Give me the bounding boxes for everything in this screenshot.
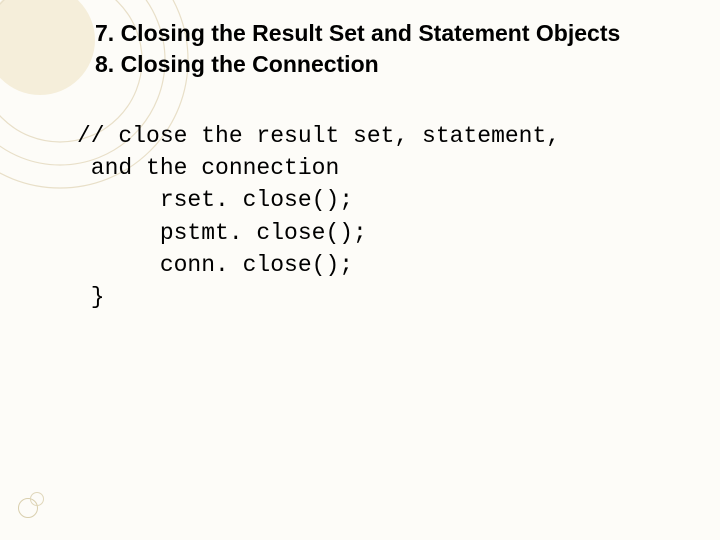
slide-content: 7. Closing the Result Set and Statement … bbox=[95, 18, 710, 313]
code-line: } bbox=[77, 284, 105, 310]
code-line: and the connection bbox=[77, 155, 339, 181]
code-line: pstmt. close(); bbox=[77, 220, 367, 246]
heading-line-2: 8. Closing the Connection bbox=[95, 49, 710, 80]
code-line: conn. close(); bbox=[77, 252, 353, 278]
heading-line-1: 7. Closing the Result Set and Statement … bbox=[95, 18, 710, 49]
code-line: // close the result set, statement, bbox=[77, 123, 560, 149]
code-block: // close the result set, statement, and … bbox=[77, 120, 710, 313]
code-line: rset. close(); bbox=[77, 187, 353, 213]
bottom-left-rings-icon bbox=[18, 492, 48, 522]
